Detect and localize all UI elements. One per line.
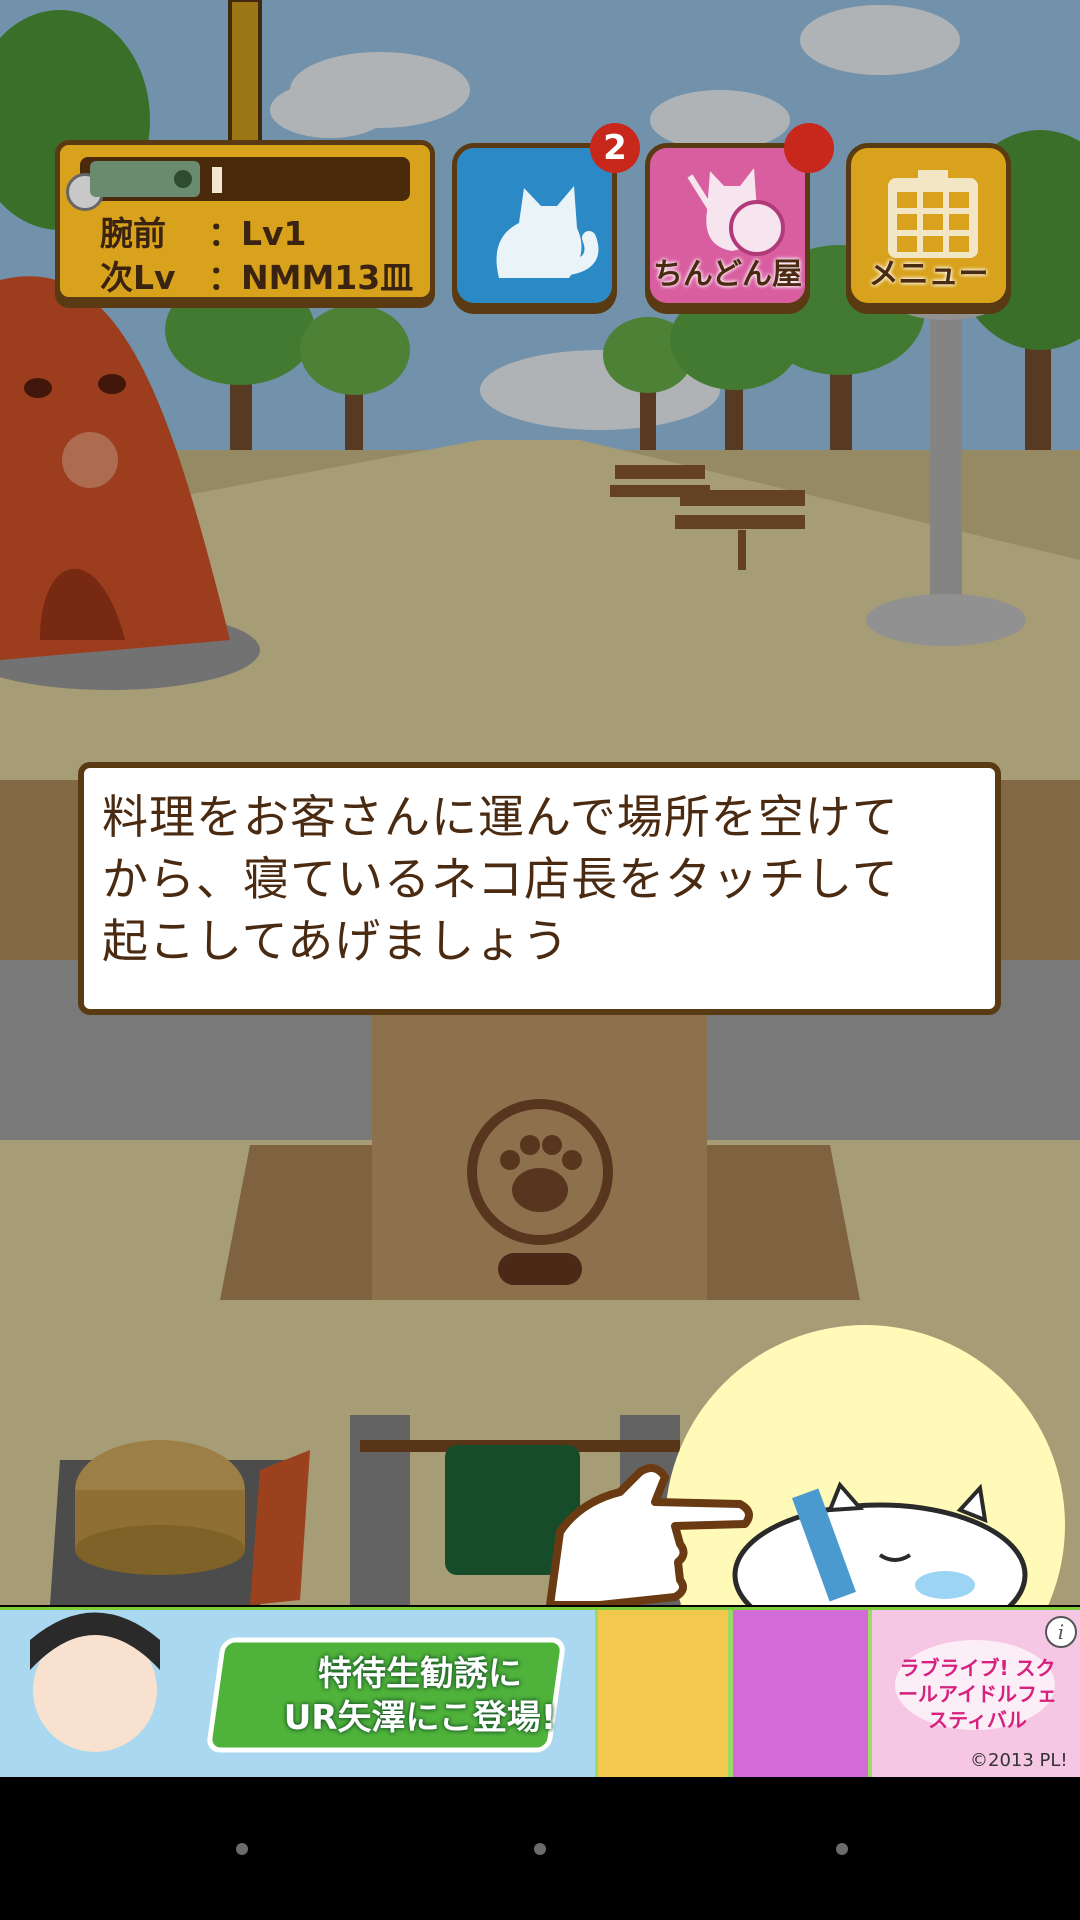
- new-indicator-dot: [784, 123, 834, 173]
- dialog-line-1: 料理をお客さんに運んで場所を空けて: [102, 790, 899, 844]
- next-level-row: 次Lv ：NMM13皿: [100, 251, 413, 299]
- menu-button-label: メニュー: [868, 257, 989, 292]
- cat-button[interactable]: [452, 143, 617, 308]
- ad-logo: ラブライブ! スクールアイドルフェスティバル: [898, 1656, 1057, 1732]
- pointing-hand-icon: [546, 1464, 753, 1605]
- nav-back-button[interactable]: [236, 1843, 248, 1855]
- status-panel: 腕前 ：Lv1 次Lv ：NMM13皿: [55, 140, 435, 302]
- skill-value: ：Lv1: [208, 214, 307, 253]
- skill-label: 腕前: [100, 214, 166, 253]
- ad-headline-line-1: 特待生勧誘に: [318, 1654, 522, 1694]
- calendar-grid-icon: [888, 170, 978, 258]
- menu-button[interactable]: メニュー: [846, 143, 1011, 308]
- nav-recents-button[interactable]: [836, 1843, 848, 1855]
- sleeping-cat-manager[interactable]: [730, 1480, 1030, 1605]
- skill-level-row: 腕前 ：Lv1: [100, 207, 307, 255]
- experience-bar: [66, 157, 410, 211]
- info-icon[interactable]: i: [1045, 1616, 1077, 1648]
- cat-icon: [496, 186, 599, 278]
- shop-button-label: ちんどん屋: [652, 257, 803, 292]
- nav-home-button[interactable]: [534, 1843, 546, 1855]
- ad-headline: 特待生勧誘に UR矢澤にこ登場!: [270, 1652, 570, 1740]
- dialog-line-3: 起こしてあげましょう: [102, 914, 570, 968]
- ad-copyright: ©2013 PL!: [970, 1750, 1068, 1771]
- next-level-value: ：NMM13皿: [208, 258, 414, 297]
- dialog-line-2: から、寝ているネコ店長をタッチして: [102, 852, 899, 906]
- bar-marker: [212, 167, 222, 193]
- notification-badge: 2: [590, 123, 640, 173]
- tutorial-dialog[interactable]: 料理をお客さんに運んで場所を空けて から、寝ているネコ店長をタッチして 起こして…: [78, 762, 1001, 1015]
- chindonya-shop-button[interactable]: ちんどん屋: [645, 143, 810, 308]
- game-scene: 腕前 ：Lv1 次Lv ：NMM13皿 2 ちんどん屋 メニュー 料理をお客さん…: [0, 0, 1080, 1605]
- ad-banner[interactable]: 特待生勧誘に UR矢澤にこ登場! ラブライブ! スクールアイドルフェスティバル …: [0, 1607, 1080, 1780]
- next-level-label: 次Lv: [100, 258, 176, 297]
- ad-headline-line-2: UR矢澤にこ登場!: [283, 1698, 557, 1738]
- banknote-icon: [90, 161, 200, 197]
